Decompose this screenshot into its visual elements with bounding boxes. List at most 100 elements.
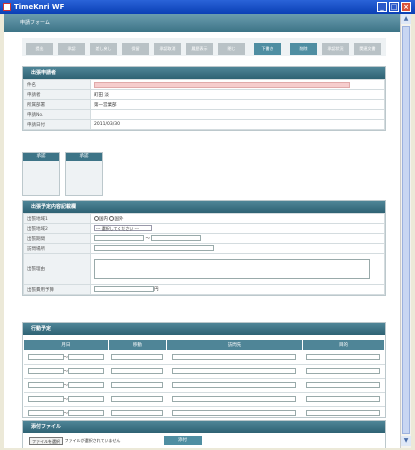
choose-file-button[interactable]: ファイルを選択 (29, 436, 63, 445)
purpose-input[interactable] (306, 354, 381, 361)
date-to-input[interactable] (68, 368, 105, 375)
page-content: 申請フォーム 提出 承認 差し戻し 保留 承認取消 履歴表示 閉じ 下書き 削除… (4, 14, 400, 448)
application-window: TimeKnri WF _ □ × 申請フォーム 提出 承認 差し戻し 保留 承… (0, 0, 415, 450)
schedule-table: 月日 移動 訪問先 目的 〜 〜 〜 〜 〜 (23, 339, 386, 421)
table-row: 〜 (23, 350, 385, 365)
purpose-input[interactable] (306, 382, 381, 389)
close-button[interactable]: × (401, 2, 411, 12)
period-start-input[interactable] (94, 235, 144, 242)
action-toolbar: 提出 承認 差し戻し 保留 承認取消 履歴表示 閉じ 下書き 削除 承認状況 関… (22, 38, 386, 56)
visit-input[interactable] (172, 382, 297, 389)
minimize-button[interactable]: _ (377, 2, 387, 12)
table-row: 〜 (23, 392, 385, 407)
table-row: 〜 (23, 406, 385, 421)
period-tilde: 〜 (145, 236, 150, 242)
destination2-select[interactable]: --- 選択してください --- (94, 225, 152, 232)
subject-input[interactable] (94, 81, 350, 88)
app-icon (3, 3, 11, 11)
approval-box: 承認 (65, 152, 103, 196)
table-row: 〜 (23, 364, 385, 379)
draft-button[interactable]: 下書き (254, 43, 281, 55)
approve-button[interactable]: 承認 (58, 43, 85, 55)
form-title: 申請フォーム (20, 20, 50, 26)
purpose-input[interactable] (306, 396, 381, 403)
transport-input[interactable] (111, 396, 164, 403)
history-button[interactable]: 履歴表示 (186, 43, 213, 55)
row-label: 出張期間 (23, 233, 91, 244)
section-title: 添付ファイル (23, 421, 385, 433)
scroll-thumb[interactable] (402, 26, 410, 434)
maximize-button[interactable]: □ (389, 2, 399, 12)
date-from-input[interactable] (27, 396, 64, 403)
attachment-section: 添付ファイル ファイルを選択 ファイルが選択されていません 添付 (22, 420, 386, 448)
visit-input[interactable] (172, 396, 297, 403)
date-from-input[interactable] (27, 382, 64, 389)
scroll-up-icon[interactable]: ▲ (401, 14, 411, 24)
upload-button[interactable]: 添付 (163, 436, 202, 445)
row-label: 出張理由 (23, 253, 91, 285)
date-to-input[interactable] (68, 354, 105, 361)
date-to-input[interactable] (68, 396, 105, 403)
window-title: TimeKnri WF (14, 3, 65, 11)
period-end-input[interactable] (151, 235, 202, 242)
scroll-down-icon[interactable]: ▼ (401, 436, 411, 446)
transport-input[interactable] (111, 354, 164, 361)
approval-status-button[interactable]: 承認状況 (322, 43, 349, 55)
row-label: 申請No. (23, 109, 91, 120)
visit-input[interactable] (172, 354, 297, 361)
row-label: 訪問場所 (23, 243, 91, 254)
row-label: 申請日付 (23, 119, 91, 130)
purpose-input[interactable] (306, 410, 381, 417)
title-bar: TimeKnri WF _ □ × (0, 0, 415, 14)
applicant-table: 件名 申請者 町田 淡 所属部署 第一営業部 申請No. 申請日付 2011/03/3… (23, 79, 385, 130)
row-label: 出張地域1 (23, 213, 91, 224)
application-date-value: 2011/03/30 (90, 119, 385, 130)
domestic-label: 国内 (99, 216, 108, 222)
column-header: 訪問先 (165, 339, 303, 351)
section-title: 出張申請者 (23, 67, 385, 79)
row-label: 申請者 (23, 89, 91, 100)
department-value: 第一営業部 (90, 99, 385, 110)
visit-place-input[interactable] (94, 245, 214, 252)
row-label: 出張地域2 (23, 223, 91, 234)
column-header: 移動 (107, 339, 167, 351)
trip-section: 出張予定内容記載欄 出張地域1 国内 国外 出張地域2 --- 選択してください… (22, 200, 386, 296)
row-label: 出張費用予算 (23, 284, 91, 295)
date-to-input[interactable] (68, 382, 105, 389)
cancel-approval-button[interactable]: 承認取消 (154, 43, 181, 55)
table-row: 〜 (23, 378, 385, 393)
row-label: 所属部署 (23, 99, 91, 110)
budget-input[interactable] (94, 286, 154, 293)
vertical-scrollbar[interactable]: ▲ ▼ (400, 14, 411, 448)
transport-input[interactable] (111, 368, 164, 375)
date-from-input[interactable] (27, 410, 64, 417)
transport-input[interactable] (111, 410, 164, 417)
date-to-input[interactable] (68, 410, 105, 417)
send-back-button[interactable]: 差し戻し (90, 43, 117, 55)
submit-button[interactable]: 提出 (26, 43, 53, 55)
row-label: 件名 (23, 79, 91, 90)
purpose-input[interactable] (306, 368, 381, 375)
related-docs-button[interactable]: 関連文書 (354, 43, 381, 55)
transport-input[interactable] (111, 382, 164, 389)
trip-table: 出張地域1 国内 国外 出張地域2 --- 選択してください --- 出張期間 … (23, 213, 385, 295)
column-header: 月日 (23, 339, 109, 351)
close-form-button[interactable]: 閉じ (218, 43, 245, 55)
visit-input[interactable] (172, 368, 297, 375)
schedule-section: 行動予定 月日 移動 訪問先 目的 〜 〜 〜 〜 〜 (22, 322, 386, 421)
attachment-row: ファイルを選択 ファイルが選択されていません 添付 (23, 433, 385, 448)
no-file-text: ファイルが選択されていません (64, 438, 121, 443)
yen-label: 円 (154, 287, 159, 293)
approval-box: 承認 (22, 152, 60, 196)
hold-button[interactable]: 保留 (122, 43, 149, 55)
section-title: 出張予定内容記載欄 (23, 201, 385, 213)
form-header: 申請フォーム (4, 14, 400, 32)
approval-label: 承認 (23, 153, 59, 161)
visit-input[interactable] (172, 410, 297, 417)
overseas-label: 国外 (114, 216, 124, 222)
date-from-input[interactable] (27, 368, 64, 375)
reason-textarea[interactable] (94, 259, 370, 279)
delete-button[interactable]: 削除 (290, 43, 317, 55)
date-from-input[interactable] (27, 354, 64, 361)
application-no-value (90, 109, 385, 120)
